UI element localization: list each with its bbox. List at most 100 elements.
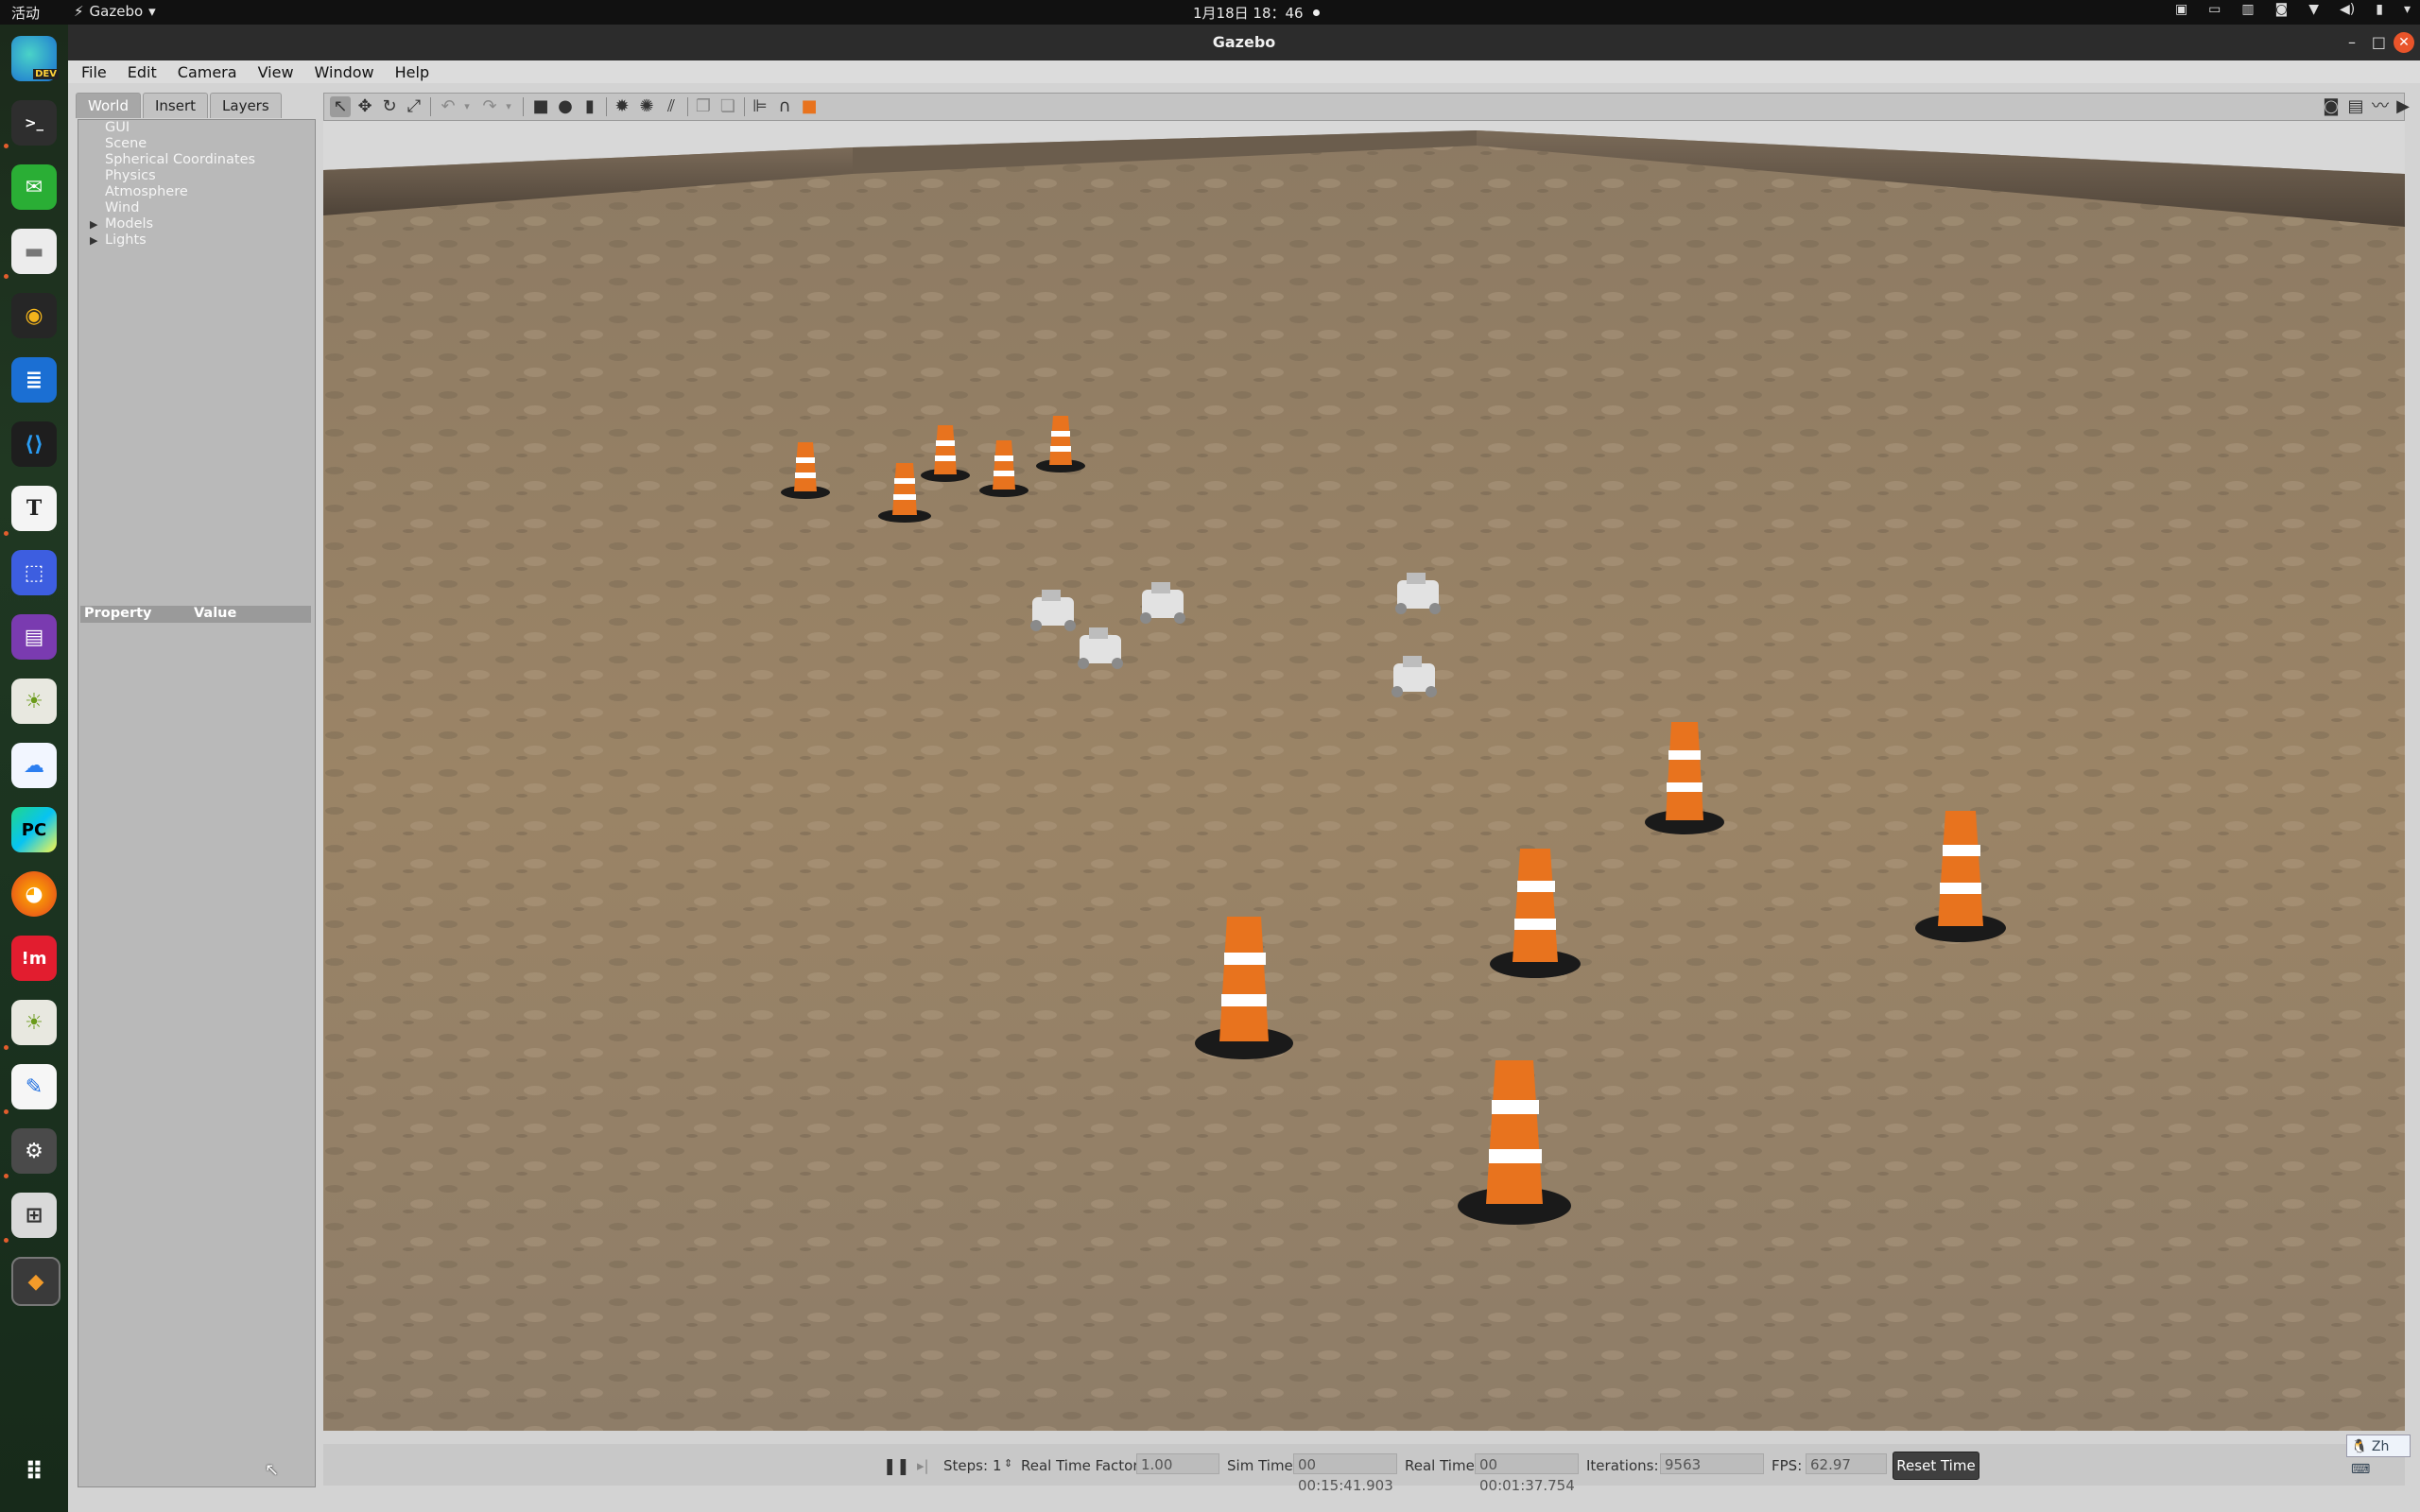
sim-time-label: Sim Time:: [1227, 1457, 1298, 1474]
firefox-icon[interactable]: ◕: [11, 871, 57, 917]
tab-insert[interactable]: Insert: [143, 93, 209, 118]
settings-icon[interactable]: ⚙: [11, 1128, 57, 1174]
close-button[interactable]: ✕: [2394, 32, 2414, 53]
tray-app-icon[interactable]: ◙: [2275, 2, 2289, 17]
tree-item-wind[interactable]: Wind: [78, 200, 315, 216]
ime-icon[interactable]: ▥: [2241, 2, 2254, 17]
panel-splitter[interactable]: [316, 83, 323, 1512]
video-record-icon[interactable]: ▶: [2393, 96, 2413, 117]
terminal-icon[interactable]: >_: [11, 100, 57, 146]
menu-bar: File Edit Camera View Window Help: [68, 60, 2420, 83]
edge-dev-icon[interactable]: DEV: [11, 36, 59, 81]
box-shape-icon[interactable]: ■: [530, 96, 551, 117]
top-bar: 活动 ⚡ Gazebo ▾ 1月18日 18：46 ▣ ▭ ▥ ◙ ▼ ◀) ▮…: [0, 0, 2420, 25]
menu-file[interactable]: File: [81, 63, 107, 81]
window-titlebar[interactable]: Gazebo – □ ✕: [68, 25, 2420, 60]
scale-mode-icon[interactable]: ⤢: [404, 96, 424, 117]
rotate-mode-icon[interactable]: ↻: [379, 96, 400, 117]
screenshot-icon[interactable]: ⬚: [11, 550, 57, 595]
gazebo-tray-icon: ⚡: [74, 3, 84, 20]
tree-item-scene[interactable]: Scene: [78, 136, 315, 152]
weather-icon[interactable]: ☀: [11, 679, 57, 724]
redo-history-chevron-icon[interactable]: ▾: [498, 96, 519, 117]
camera-icon[interactable]: ▣: [2175, 2, 2187, 17]
weather-alt-icon[interactable]: ☀: [11, 1000, 57, 1045]
screenshot-icon[interactable]: ◙: [2321, 96, 2342, 117]
tree-item-label: Lights: [105, 232, 147, 248]
copy-icon[interactable]: ❐: [693, 96, 714, 117]
app-grid-icon[interactable]: ⠿: [11, 1450, 57, 1495]
gazebo-icon[interactable]: ◆: [11, 1257, 60, 1306]
baidu-netdisk-icon[interactable]: ☁: [11, 743, 57, 788]
clock[interactable]: 1月18日 18：46: [1193, 3, 1320, 23]
menu-help[interactable]: Help: [395, 63, 429, 81]
ime-indicator[interactable]: 🐧 Zh ⌨: [2346, 1435, 2411, 1477]
system-tray[interactable]: ▣ ▭ ▥ ◙ ▼ ◀) ▮ ▾: [2175, 2, 2411, 17]
reset-time-button[interactable]: Reset Time: [1893, 1452, 1979, 1480]
undo-history-chevron-icon[interactable]: ▾: [457, 96, 477, 117]
align-icon[interactable]: ⊫: [750, 96, 770, 117]
paste-icon[interactable]: ❏: [717, 96, 738, 117]
pause-icon[interactable]: ❚❚: [883, 1457, 910, 1476]
spot-light-icon[interactable]: ✺: [636, 96, 657, 117]
wifi-icon[interactable]: ▼: [2308, 2, 2319, 17]
vscode-icon[interactable]: ⟨⟩: [11, 421, 57, 467]
snap-icon[interactable]: ∩: [774, 96, 795, 117]
activities-button[interactable]: 活动: [11, 3, 40, 23]
wechat-icon[interactable]: ✉: [11, 164, 57, 210]
select-mode-icon[interactable]: ↖: [330, 96, 351, 117]
game-icon[interactable]: ⊞: [11, 1193, 57, 1238]
directional-light-icon[interactable]: ⫽: [661, 96, 682, 117]
tree-item-gui[interactable]: GUI: [78, 120, 315, 136]
log-data-icon[interactable]: ▤: [2345, 96, 2366, 117]
tree-item-lights[interactable]: ▶ Lights: [78, 232, 315, 249]
translate-mode-icon[interactable]: ✥: [354, 96, 375, 117]
tab-world[interactable]: World: [76, 93, 141, 118]
cylinder-shape-icon[interactable]: ▮: [579, 96, 600, 117]
tree-item-atmosphere[interactable]: Atmosphere: [78, 184, 315, 200]
point-light-icon[interactable]: ✹: [612, 96, 632, 117]
meituan-icon[interactable]: !m: [11, 936, 57, 981]
menu-camera[interactable]: Camera: [178, 63, 237, 81]
writer-icon[interactable]: ≣: [11, 357, 57, 403]
screen-icon[interactable]: ▭: [2208, 2, 2221, 17]
plot-icon[interactable]: 〰: [2370, 96, 2391, 117]
dev-badge: DEV: [33, 69, 59, 79]
tab-layers[interactable]: Layers: [210, 93, 282, 118]
pycharm-icon[interactable]: PC: [11, 807, 57, 852]
tree-item-physics[interactable]: Physics: [78, 168, 315, 184]
chevron-down-icon[interactable]: ▾: [2404, 2, 2411, 17]
minimize-button[interactable]: –: [2348, 33, 2356, 51]
tree-item-models[interactable]: ▶ Models: [78, 216, 315, 232]
expand-arrow-icon[interactable]: ▶: [90, 216, 97, 232]
steps-value[interactable]: 1: [993, 1457, 1002, 1474]
property-column-header: Property: [84, 606, 152, 621]
text-editor-icon[interactable]: T: [11, 486, 57, 531]
video-icon[interactable]: ▤: [11, 614, 57, 660]
rhythmbox-icon[interactable]: ◉: [11, 293, 57, 338]
expand-arrow-icon[interactable]: ▶: [90, 232, 97, 249]
tree-item-spherical-coordinates[interactable]: Spherical Coordinates: [78, 152, 315, 168]
menu-window[interactable]: Window: [315, 63, 374, 81]
step-icon[interactable]: ▸|: [917, 1457, 929, 1474]
tree-item-label: Wind: [105, 200, 140, 215]
running-indicator: [4, 1238, 9, 1243]
menu-edit[interactable]: Edit: [128, 63, 157, 81]
world-tree[interactable]: GUI Scene Spherical Coordinates Physics …: [78, 120, 315, 249]
scene-viewport[interactable]: [323, 121, 2405, 1431]
app-menu[interactable]: ⚡ Gazebo ▾: [74, 3, 156, 20]
undo-icon[interactable]: ↶: [438, 96, 458, 117]
notes-icon[interactable]: ✎: [11, 1064, 57, 1109]
menu-view[interactable]: View: [258, 63, 294, 81]
change-view-icon[interactable]: ■: [799, 96, 820, 117]
maximize-button[interactable]: □: [2372, 33, 2386, 51]
tree-item-label: Scene: [105, 136, 147, 151]
scene-render: [323, 121, 2405, 1431]
redo-icon[interactable]: ↷: [479, 96, 500, 117]
battery-icon[interactable]: ▮: [2376, 2, 2383, 17]
sphere-shape-icon[interactable]: ●: [555, 96, 576, 117]
files-icon[interactable]: ▬: [11, 229, 57, 274]
ime-label: Zh: [2371, 1439, 2390, 1454]
steps-spinner-icon[interactable]: ⇕: [1004, 1457, 1012, 1469]
volume-icon[interactable]: ◀): [2340, 2, 2355, 17]
